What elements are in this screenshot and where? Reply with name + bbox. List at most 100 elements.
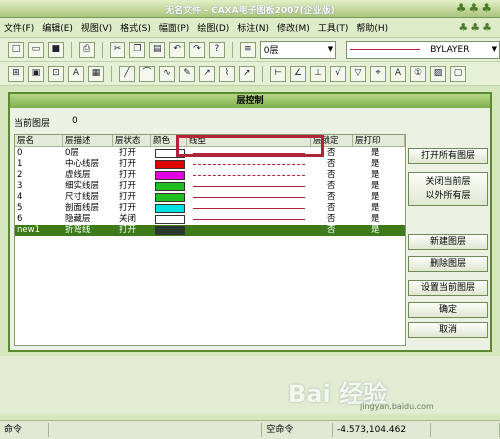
- new-layer-button[interactable]: 新建图层: [408, 234, 488, 250]
- layer-print-cell[interactable]: 是: [371, 170, 380, 181]
- layer-state-cell[interactable]: 打开: [119, 181, 136, 192]
- layer-color-swatch[interactable]: [155, 182, 185, 191]
- menu-help[interactable]: 帮助(H): [352, 21, 392, 34]
- layer-state-cell[interactable]: 打开: [119, 225, 136, 236]
- undo-icon[interactable]: ↶: [169, 41, 186, 58]
- table-row[interactable]: 3 细实线层 打开 否 是: [15, 181, 405, 192]
- leader-icon[interactable]: ↗: [199, 65, 215, 82]
- layer-name-cell[interactable]: new1: [17, 225, 40, 236]
- menu-modify[interactable]: 修改(M): [273, 21, 314, 34]
- layer-lock-cell[interactable]: 否: [327, 170, 336, 181]
- col-desc[interactable]: 层描述: [63, 135, 113, 147]
- open-all-layers-button[interactable]: 打开所有图层: [408, 148, 488, 164]
- layer-name-cell[interactable]: 0: [17, 148, 22, 159]
- layer-lock-cell[interactable]: 否: [327, 148, 336, 159]
- layer-linetype-preview[interactable]: [193, 219, 305, 220]
- layer-color-swatch[interactable]: [155, 160, 185, 169]
- layer-name-cell[interactable]: 2: [17, 170, 22, 181]
- layer-desc-cell[interactable]: 细实线层: [65, 181, 99, 192]
- layer-name-cell[interactable]: 3: [17, 181, 22, 192]
- layer-print-cell[interactable]: 是: [371, 181, 380, 192]
- grid-icon[interactable]: ▣: [28, 65, 44, 82]
- layer-print-cell[interactable]: 是: [371, 225, 380, 236]
- layer-name-cell[interactable]: 4: [17, 192, 22, 203]
- layer-print-cell[interactable]: 是: [371, 148, 380, 159]
- layer-print-cell[interactable]: 是: [371, 203, 380, 214]
- close-other-layers-button[interactable]: 关闭当前层 以外所有层: [408, 172, 488, 206]
- layer-linetype-preview[interactable]: [193, 175, 305, 177]
- layer-linetype-preview[interactable]: [193, 186, 305, 187]
- dimension-icon[interactable]: ⊢: [270, 65, 286, 82]
- layer-state-cell[interactable]: 关闭: [119, 214, 136, 225]
- print-icon[interactable]: ⎙: [78, 41, 95, 58]
- layer-name-cell[interactable]: 1: [17, 159, 22, 170]
- line-icon[interactable]: ╱: [119, 65, 135, 82]
- layer-color-swatch[interactable]: [155, 193, 185, 202]
- layer-linetype-preview[interactable]: [193, 197, 305, 198]
- menu-format[interactable]: 格式(S): [116, 21, 155, 34]
- layer-name-cell[interactable]: 6: [17, 214, 22, 225]
- roughness-icon[interactable]: √: [330, 65, 346, 82]
- layer-manager-icon[interactable]: ≡: [239, 41, 256, 58]
- layer-desc-cell[interactable]: 剖面线层: [65, 203, 99, 214]
- layer-color-swatch[interactable]: [155, 171, 185, 180]
- table-row[interactable]: 4 尺寸线层 打开 否 是: [15, 192, 405, 203]
- cut-icon[interactable]: ✂: [109, 41, 126, 58]
- save-icon[interactable]: ■: [47, 41, 64, 58]
- zoom-window-icon[interactable]: ⊡: [48, 65, 64, 82]
- col-state[interactable]: 层状态: [113, 135, 151, 147]
- layer-desc-cell[interactable]: 隐藏层: [65, 214, 91, 225]
- menu-sheet[interactable]: 幅面(P): [155, 21, 193, 34]
- layer-print-cell[interactable]: 是: [371, 159, 380, 170]
- balloon-icon[interactable]: ①: [410, 65, 426, 82]
- menu-tools[interactable]: 工具(T): [314, 21, 353, 34]
- table-row[interactable]: 5 剖面线层 打开 否 是: [15, 203, 405, 214]
- layer-name-cell[interactable]: 5: [17, 203, 22, 214]
- layer-print-cell[interactable]: 是: [371, 214, 380, 225]
- redo-icon[interactable]: ↷: [189, 41, 205, 58]
- angle-dim-icon[interactable]: ∠: [290, 65, 306, 82]
- layer-desc-cell[interactable]: 尺寸线层: [65, 192, 99, 203]
- layer-linetype-preview[interactable]: [193, 208, 305, 209]
- spline-icon[interactable]: ∿: [159, 65, 175, 82]
- snap-icon[interactable]: ⊞: [8, 65, 24, 82]
- layer-lock-cell[interactable]: 否: [327, 159, 336, 170]
- delete-layer-button[interactable]: 删除图层: [408, 256, 488, 272]
- coord-dim-icon[interactable]: ⊥: [310, 65, 326, 82]
- layer-color-swatch[interactable]: [155, 204, 185, 213]
- menu-dimension[interactable]: 标注(N): [233, 21, 273, 34]
- layer-combo[interactable]: 0层 ▼: [259, 40, 337, 59]
- weld-icon[interactable]: ▽: [350, 65, 366, 82]
- col-name[interactable]: 层名: [15, 135, 63, 147]
- menu-draw[interactable]: 绘图(D): [193, 21, 233, 34]
- table-icon[interactable]: ▦: [88, 65, 104, 82]
- col-print[interactable]: 层打印: [353, 135, 405, 147]
- copy-icon[interactable]: ❐: [129, 41, 146, 58]
- set-current-layer-button[interactable]: 设置当前图层: [408, 280, 488, 296]
- layer-color-swatch[interactable]: [155, 226, 185, 235]
- layer-desc-cell[interactable]: 0层: [65, 148, 79, 159]
- layer-state-cell[interactable]: 打开: [119, 192, 136, 203]
- arc-icon[interactable]: ⌒: [139, 65, 155, 82]
- help-icon[interactable]: ?: [208, 41, 225, 58]
- arrow-icon[interactable]: ➚: [239, 65, 255, 82]
- ok-button[interactable]: 确定: [408, 302, 488, 318]
- table-row[interactable]: 1 中心线层 打开 否 是: [15, 159, 405, 170]
- layer-lock-cell[interactable]: 否: [327, 214, 336, 225]
- menu-edit[interactable]: 编辑(E): [38, 21, 77, 34]
- layer-desc-cell[interactable]: 折弯线: [65, 225, 91, 236]
- table-row[interactable]: new1 折弯线 打开 否 是: [15, 225, 405, 236]
- layer-state-cell[interactable]: 打开: [119, 203, 136, 214]
- command-input[interactable]: [49, 423, 263, 437]
- layer-lock-cell[interactable]: 否: [327, 203, 336, 214]
- linetype-combo[interactable]: BYLAYER ▼: [346, 40, 500, 59]
- layer-desc-cell[interactable]: 中心线层: [65, 159, 99, 170]
- block-icon[interactable]: ▢: [450, 65, 466, 82]
- open-file-icon[interactable]: ▭: [27, 41, 44, 58]
- datum-icon[interactable]: A: [390, 65, 406, 82]
- table-row[interactable]: 2 虚线层 打开 否 是: [15, 170, 405, 181]
- layer-state-cell[interactable]: 打开: [119, 170, 136, 181]
- menu-file[interactable]: 文件(F): [0, 21, 38, 34]
- new-file-icon[interactable]: □: [8, 41, 24, 58]
- hatch-icon[interactable]: ▨: [430, 65, 446, 82]
